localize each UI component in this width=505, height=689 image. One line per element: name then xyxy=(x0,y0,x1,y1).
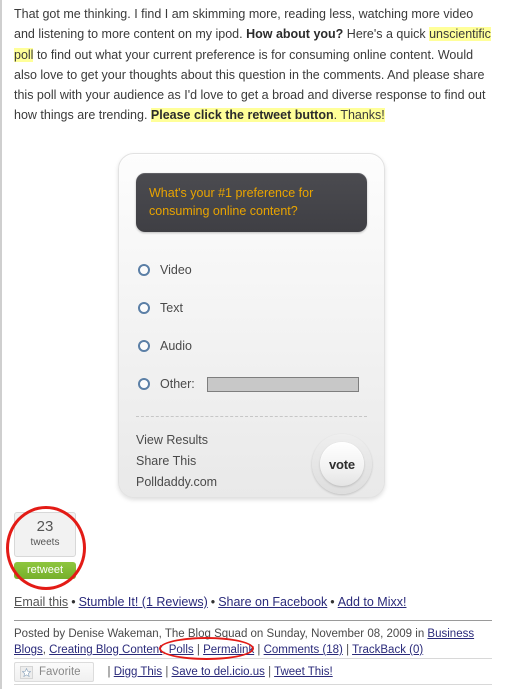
toolbar-bottom-divider xyxy=(14,684,492,685)
email-this-link[interactable]: Email this xyxy=(14,595,68,609)
trackback-link[interactable]: TrackBack (0) xyxy=(352,644,423,656)
on-word: on xyxy=(247,628,267,640)
paragraph-segment-4: . Thanks! xyxy=(333,108,385,123)
toolbar-pipe: | xyxy=(268,666,272,678)
post-paragraph-text: That got me thinking. I find I am skimmi… xyxy=(14,4,492,126)
post-meta: Posted by Denise Wakeman, The Blog Squad… xyxy=(14,626,494,658)
poll-option-label: Text xyxy=(160,301,183,315)
favorite-button-label: Favorite xyxy=(39,666,81,678)
vote-button[interactable]: vote xyxy=(312,434,372,494)
retweet-button[interactable]: retweet xyxy=(14,562,76,579)
radio-icon[interactable] xyxy=(138,264,150,276)
meta-pipe: | xyxy=(346,644,350,656)
poll-inner: What's your #1 preference for consuming … xyxy=(136,173,372,506)
poll-option-audio[interactable]: Audio xyxy=(136,327,367,365)
blog-post-content: That got me thinking. I find I am skimmi… xyxy=(0,0,505,689)
poll-option-label: Video xyxy=(160,263,192,277)
category-link-creating-blog-content[interactable]: Creating Blog Content xyxy=(49,644,162,656)
poll-other-input[interactable] xyxy=(206,376,359,392)
permalink-link[interactable]: Permalink xyxy=(203,644,254,656)
meta-pipe: | xyxy=(196,644,200,656)
poll-option-label: Audio xyxy=(160,339,192,353)
radio-icon[interactable] xyxy=(138,378,150,390)
paragraph-bold-retweet-cta: Please click the retweet button xyxy=(150,108,334,123)
meta-pipe: | xyxy=(257,644,261,656)
polldaddy-poll-widget: What's your #1 preference for consuming … xyxy=(118,153,385,501)
poll-option-other[interactable]: Other: xyxy=(136,365,367,403)
radio-icon[interactable] xyxy=(138,302,150,314)
star-icon xyxy=(20,665,33,679)
page-left-border xyxy=(0,0,2,689)
favorite-button[interactable]: Favorite xyxy=(14,662,94,682)
paragraph-segment-2: Here's a quick xyxy=(343,27,430,42)
poll-option-label: Other: xyxy=(160,377,195,391)
tweet-count-label: tweets xyxy=(30,537,60,548)
digg-this-link[interactable]: Digg This xyxy=(114,666,162,678)
tweet-count-box[interactable]: 23 tweets xyxy=(14,512,76,557)
vote-button-label: vote xyxy=(320,442,364,486)
poll-options-list: Video Text Audio Other: xyxy=(136,251,367,403)
tweet-this-link[interactable]: Tweet This! xyxy=(274,666,333,678)
post-date: Sunday, November 08, 2009 xyxy=(266,628,413,640)
poll-divider xyxy=(136,416,367,417)
poll-option-video[interactable]: Video xyxy=(136,251,367,289)
retweet-widget: 23 tweets retweet xyxy=(14,512,82,579)
meta-divider xyxy=(14,620,492,621)
share-links-row: Email this • Stumble It! (1 Reviews) • Share… xyxy=(14,595,406,609)
comments-link[interactable]: Comments (18) xyxy=(264,644,343,656)
post-toolbar: Favorite | Digg This | Save to del.icio.… xyxy=(14,662,333,682)
post-paragraph: That got me thinking. I find I am skimmi… xyxy=(14,4,492,126)
paragraph-bold-how-about-you: How about you? xyxy=(246,27,344,42)
share-separator: • xyxy=(330,595,335,609)
toolbar-links: | Digg This | Save to del.icio.us | Twee… xyxy=(108,666,333,678)
in-word: in xyxy=(412,628,428,640)
poll-footer: View Results Share This Polldaddy.com vo… xyxy=(136,430,372,506)
share-separator: • xyxy=(71,595,76,609)
stumble-it-link[interactable]: Stumble It! (1 Reviews) xyxy=(79,595,208,609)
category-link-polls[interactable]: Polls xyxy=(169,644,194,656)
toolbar-top-divider xyxy=(14,658,492,659)
tweet-count-number: 23 xyxy=(36,518,54,535)
post-author: Denise Wakeman, The Blog Squad xyxy=(68,628,248,640)
radio-icon[interactable] xyxy=(138,340,150,352)
toolbar-pipe: | xyxy=(107,666,111,678)
poll-option-text[interactable]: Text xyxy=(136,289,367,327)
poll-question: What's your #1 preference for consuming … xyxy=(136,173,367,232)
add-to-mixx-link[interactable]: Add to Mixx! xyxy=(338,595,407,609)
toolbar-pipe: | xyxy=(165,666,169,678)
save-to-delicious-link[interactable]: Save to del.icio.us xyxy=(172,666,265,678)
posted-by-prefix: Posted by xyxy=(14,628,69,640)
share-separator: • xyxy=(210,595,216,609)
share-on-facebook-link[interactable]: Share on Facebook xyxy=(218,595,327,609)
